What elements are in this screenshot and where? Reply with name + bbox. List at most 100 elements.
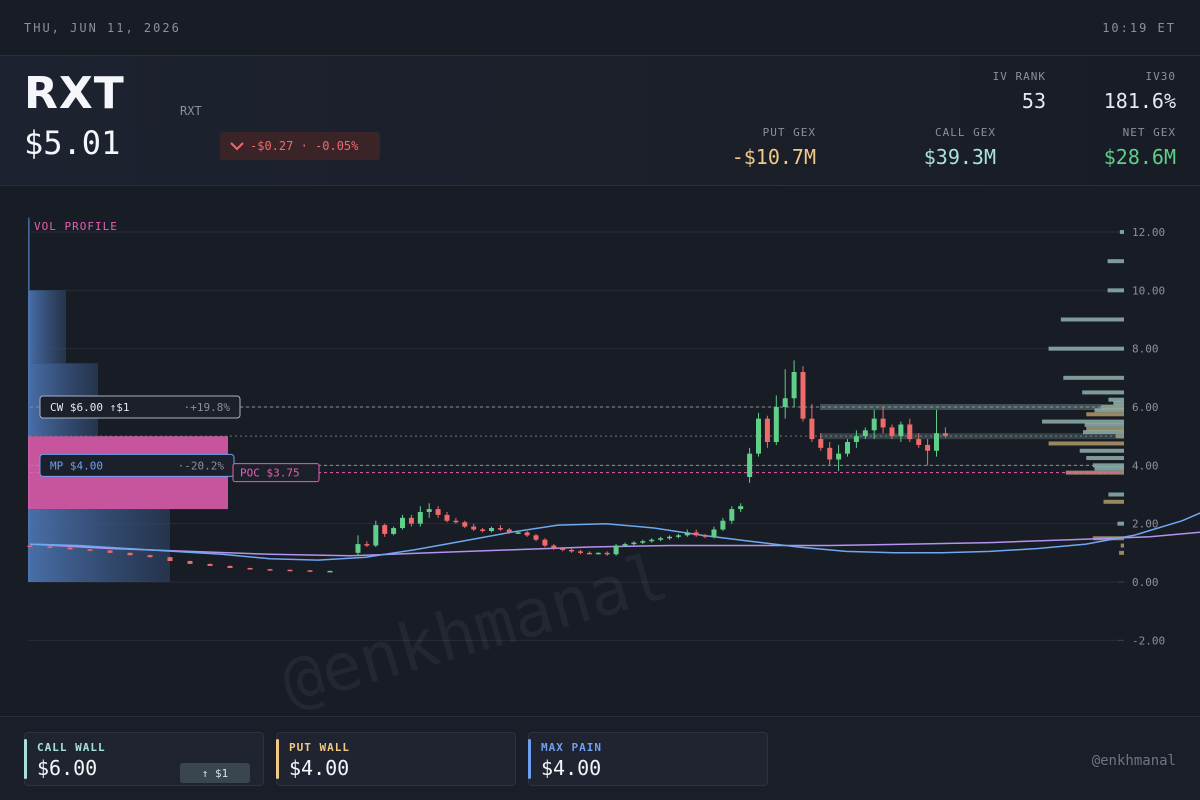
candle-body — [27, 545, 33, 548]
vol-profile-label: VOL PROFILE — [34, 220, 118, 233]
price-chart: 12.00 10.00 8.00 6.00 4.00 2.00 0.00 -2.00 @enkh… — [0, 186, 1200, 721]
gex-put-bar — [1048, 441, 1124, 446]
gex-call-bar — [1079, 448, 1124, 453]
candle-body — [934, 433, 939, 451]
candle-body — [364, 544, 370, 546]
iv30-value: 181.6% — [1103, 89, 1176, 113]
max-pain-accent — [528, 739, 531, 779]
put-gex-label: PUT GEX — [762, 126, 816, 139]
put-gex-stat: PUT GEX -$10.7M — [696, 126, 816, 169]
candle-body — [684, 532, 690, 536]
vol-profile-bar — [28, 290, 66, 364]
call-wall-accent — [24, 739, 27, 779]
candle-body — [417, 512, 423, 524]
candle-body — [809, 418, 815, 440]
put-wall-value: $4.00 — [289, 756, 350, 780]
candle-body — [67, 547, 73, 550]
candle-body — [560, 548, 566, 550]
y-tick-label: 8.00 — [1132, 343, 1159, 356]
candle-body — [640, 541, 646, 543]
candle-body — [408, 517, 414, 524]
vol-profile-bar — [28, 217, 30, 291]
put-wall-label: PUT WALL — [289, 741, 350, 754]
gex-call-bar — [1094, 466, 1124, 471]
candle-body — [667, 536, 672, 539]
candle-body — [435, 509, 441, 515]
candle-body — [631, 542, 637, 545]
candle-body — [613, 545, 619, 555]
call-wall-card: CALL WALL $6.00 ↑ $1 — [24, 732, 264, 786]
gex-call-bar — [1048, 346, 1124, 351]
max-pain-value: $4.00 — [541, 756, 602, 780]
poc-tag-text: POC $3.75 — [240, 467, 300, 480]
call-wall-tag-text: CW $6.00 ↑$1 — [50, 401, 129, 414]
put-wall-card: PUT WALL $4.00 — [276, 732, 516, 786]
candle-body — [604, 552, 610, 555]
price-change-badge: -$0.27 · -0.05% — [220, 132, 380, 160]
candle-body — [880, 418, 886, 428]
y-tick-label: 12.00 — [1132, 226, 1165, 239]
candle-body — [247, 568, 253, 570]
y-tick-label: 0.00 — [1132, 576, 1159, 589]
chevron-down-icon — [230, 142, 244, 151]
y-tick-label: 4.00 — [1132, 459, 1159, 472]
candle-body — [907, 424, 913, 440]
candle-body — [693, 532, 699, 536]
footer: CALL WALL $6.00 ↑ $1 PUT WALL $4.00 MAX … — [0, 716, 1200, 800]
y-tick-label: 10.00 — [1132, 284, 1165, 297]
author-handle: @enkhmanal — [1091, 753, 1176, 769]
candle-body — [524, 532, 530, 536]
candle-body — [658, 538, 664, 540]
price-change: -$0.27 · -0.05% — [250, 139, 359, 153]
candle-body — [729, 509, 735, 521]
gex-call-bar — [1107, 288, 1124, 293]
y-tick-label: -2.00 — [1132, 634, 1165, 647]
candle-body — [622, 544, 628, 546]
candle-body — [756, 418, 761, 454]
candle-body — [889, 427, 895, 437]
candle-body — [720, 520, 726, 530]
candle-body — [898, 424, 904, 437]
net-gex-value: $28.6M — [1103, 145, 1176, 169]
quote-header: RXT RXT $5.01 -$0.27 · -0.05% IV RANK 53… — [0, 56, 1200, 186]
candle-body — [942, 433, 948, 436]
candle-body — [702, 535, 708, 537]
put-gex-value: -$10.7M — [731, 145, 816, 169]
iv-rank-value: 53 — [1021, 89, 1046, 113]
max-pain-tag-text: MP $4.00 — [50, 459, 103, 472]
candle-body — [845, 442, 850, 454]
candle-body — [818, 439, 824, 448]
candle-body — [595, 552, 601, 555]
candle-body — [800, 372, 806, 419]
candle-body — [569, 549, 575, 552]
candle-body — [711, 529, 717, 537]
chart-svg: 12.0010.008.006.004.002.000.00-2.00@enkh… — [27, 217, 1200, 721]
gex-call-bar — [1107, 259, 1124, 264]
top-bar: THU, JUN 11, 2026 10:19 ET — [0, 0, 1200, 56]
net-gex-label: NET GEX — [1122, 126, 1176, 139]
candle-body — [836, 453, 842, 460]
candle-body — [764, 418, 770, 442]
candle-body — [227, 565, 233, 568]
candle-body — [287, 569, 293, 572]
call-wall-badge: ↑ $1 — [180, 763, 250, 783]
candle-body — [916, 439, 922, 445]
candle-body — [355, 544, 361, 553]
candle-body — [542, 539, 548, 546]
candle-body — [489, 528, 494, 531]
date-label: THU, JUN 11, 2026 — [24, 20, 181, 35]
y-tick-label: 6.00 — [1132, 401, 1159, 414]
candle-body — [747, 453, 753, 477]
gex-call-bar — [1084, 422, 1124, 427]
gex-call-bar — [1108, 492, 1124, 497]
max-pain-tag: MP $4.00 ·-20.2% — [39, 453, 235, 477]
candle-body — [167, 557, 173, 561]
candle-body — [506, 529, 512, 533]
call-wall-label: CALL WALL — [37, 741, 106, 754]
iv30-label: IV30 — [1145, 70, 1176, 83]
max-pain-card: MAX PAIN $4.00 — [528, 732, 768, 786]
candle-body — [533, 535, 539, 540]
candle-body — [187, 561, 193, 564]
candle-body — [327, 570, 333, 573]
candle-body — [480, 529, 486, 531]
